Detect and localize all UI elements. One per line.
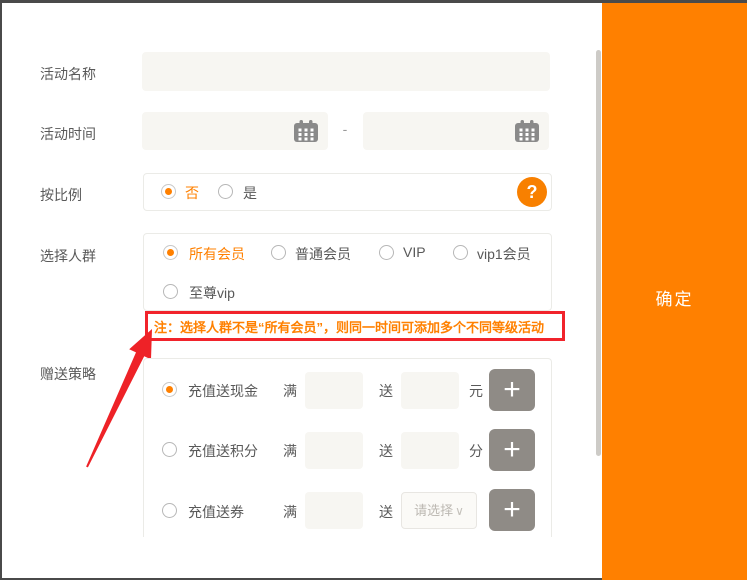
calendar-icon bbox=[293, 119, 319, 149]
unit-yuan: 元 bbox=[469, 381, 483, 401]
crowd-label: 选择人群 bbox=[40, 246, 96, 266]
add-cash-rule-button[interactable]: + bbox=[489, 369, 535, 411]
strategy-label: 赠送策略 bbox=[40, 364, 96, 384]
threshold-prefix: 满 bbox=[283, 441, 297, 461]
activity-name-input[interactable] bbox=[142, 52, 550, 91]
scrollbar-thumb[interactable] bbox=[596, 50, 601, 456]
add-coupon-rule-button[interactable]: + bbox=[489, 489, 535, 531]
activity-time-label: 活动时间 bbox=[40, 124, 96, 144]
points-threshold-input[interactable] bbox=[305, 432, 363, 469]
date-end-input[interactable] bbox=[363, 112, 549, 150]
ratio-group-box: ? bbox=[143, 173, 552, 211]
ratio-label: 按比例 bbox=[40, 185, 82, 205]
crowd-radio-all[interactable] bbox=[163, 245, 178, 260]
crowd-option-all-label[interactable]: 所有会员 bbox=[189, 244, 245, 264]
date-start-input[interactable] bbox=[142, 112, 328, 150]
crowd-note-text: 注：选择人群不是“所有会员”，则同一时间可添加多个不同等级活动 bbox=[154, 317, 544, 336]
threshold-prefix: 满 bbox=[283, 502, 297, 522]
strategy-radio-cash[interactable] bbox=[162, 382, 177, 397]
ratio-option-yes-label[interactable]: 是 bbox=[243, 183, 257, 203]
chevron-down-icon: ∨ bbox=[455, 504, 464, 518]
ratio-option-no-label[interactable]: 否 bbox=[185, 183, 199, 203]
activity-name-label: 活动名称 bbox=[40, 64, 96, 84]
strategy-radio-coupon[interactable] bbox=[162, 503, 177, 518]
cash-threshold-input[interactable] bbox=[305, 372, 363, 409]
gift-mid: 送 bbox=[379, 502, 393, 522]
crowd-option-vip1-label[interactable]: vip1会员 bbox=[477, 244, 531, 264]
crowd-option-vip-label[interactable]: VIP bbox=[403, 244, 426, 260]
coupon-select-placeholder: 请选择 bbox=[414, 503, 453, 518]
strategy-cash-label[interactable]: 充值送现金 bbox=[188, 381, 258, 401]
help-icon[interactable]: ? bbox=[517, 177, 547, 207]
strategy-coupon-label[interactable]: 充值送券 bbox=[188, 502, 244, 522]
crowd-option-supreme-label[interactable]: 至尊vip bbox=[189, 283, 235, 303]
date-range-separator: - bbox=[334, 121, 356, 137]
confirm-side-panel: 确定 bbox=[602, 3, 747, 580]
crowd-radio-normal[interactable] bbox=[271, 245, 286, 260]
annotation-highlight-box: 注：选择人群不是“所有会员”，则同一时间可添加多个不同等级活动 bbox=[145, 311, 565, 341]
crowd-option-normal-label[interactable]: 普通会员 bbox=[295, 244, 351, 264]
strategy-points-label[interactable]: 充值送积分 bbox=[188, 441, 258, 461]
coupon-threshold-input[interactable] bbox=[305, 492, 363, 529]
crowd-radio-supreme[interactable] bbox=[163, 284, 178, 299]
ratio-radio-no[interactable] bbox=[161, 184, 176, 199]
unit-points: 分 bbox=[469, 441, 483, 461]
crowd-radio-vip1[interactable] bbox=[453, 245, 468, 260]
points-gift-input[interactable] bbox=[401, 432, 459, 469]
cash-gift-input[interactable] bbox=[401, 372, 459, 409]
confirm-button[interactable]: 确定 bbox=[602, 285, 747, 310]
strategy-radio-points[interactable] bbox=[162, 442, 177, 457]
crowd-radio-vip[interactable] bbox=[379, 245, 394, 260]
gift-mid: 送 bbox=[379, 381, 393, 401]
calendar-icon bbox=[514, 119, 540, 149]
add-points-rule-button[interactable]: + bbox=[489, 429, 535, 471]
activity-edit-dialog: 活动名称 活动时间 按比例 选择人群 赠送策略 - bbox=[0, 0, 747, 580]
threshold-prefix: 满 bbox=[283, 381, 297, 401]
gift-mid: 送 bbox=[379, 441, 393, 461]
coupon-select[interactable]: 请选择∨ bbox=[401, 492, 477, 529]
window-border-left bbox=[0, 0, 2, 580]
ratio-radio-yes[interactable] bbox=[218, 184, 233, 199]
